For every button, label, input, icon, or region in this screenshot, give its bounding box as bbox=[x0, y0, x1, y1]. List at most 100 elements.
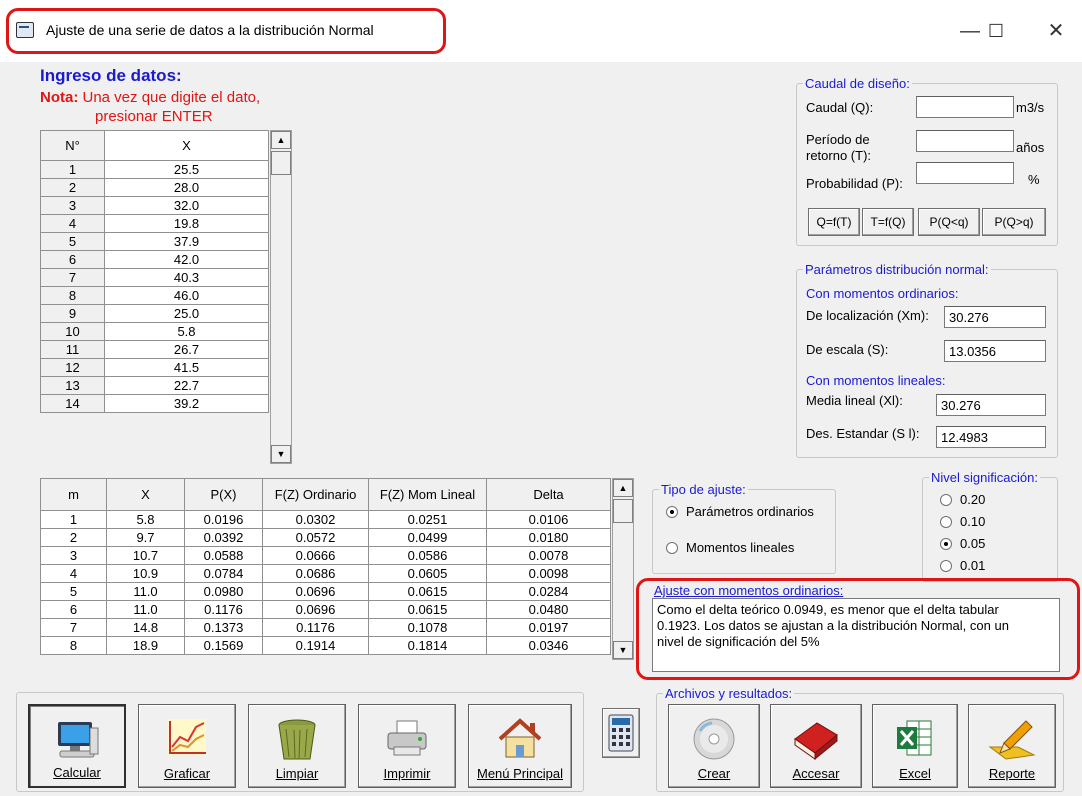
scale-value[interactable]: 13.0356 bbox=[944, 340, 1046, 362]
row-number: 14 bbox=[40, 394, 105, 413]
title-highlight bbox=[6, 8, 446, 54]
input-row[interactable]: 7 40.3 bbox=[40, 268, 269, 287]
scroll-thumb[interactable] bbox=[271, 151, 291, 175]
period-input[interactable] bbox=[916, 130, 1014, 152]
input-row[interactable]: 5 37.9 bbox=[40, 232, 269, 251]
graficar-button[interactable]: Graficar bbox=[138, 704, 236, 788]
x-value-cell[interactable]: 39.2 bbox=[104, 394, 269, 413]
significance-001-radio[interactable]: 0.01 bbox=[940, 558, 985, 573]
scale-label: De escala (S): bbox=[806, 342, 889, 357]
calculator-button[interactable] bbox=[602, 708, 640, 758]
probability-input[interactable] bbox=[916, 162, 1014, 184]
excel-button[interactable]: Excel bbox=[872, 704, 958, 788]
x-value-cell[interactable]: 46.0 bbox=[104, 286, 269, 305]
fit-linear-radio[interactable]: Momentos lineales bbox=[666, 540, 794, 555]
input-row[interactable]: 14 39.2 bbox=[40, 394, 269, 413]
report-icon bbox=[988, 720, 1036, 760]
results-row[interactable]: 2 9.7 0.0392 0.0572 0.0499 0.0180 bbox=[40, 528, 611, 547]
reporte-button[interactable]: Reporte bbox=[968, 704, 1056, 788]
std-value[interactable]: 12.4983 bbox=[936, 426, 1046, 448]
results-cell: 3 bbox=[40, 546, 107, 565]
p-less-button[interactable]: P(Q<q) bbox=[918, 208, 980, 236]
scroll-up-button[interactable]: ▲ bbox=[271, 131, 291, 149]
accesar-button[interactable]: Accesar bbox=[770, 704, 862, 788]
note-label: Nota: bbox=[40, 89, 79, 106]
x-value-cell[interactable]: 42.0 bbox=[104, 250, 269, 269]
limpiar-button[interactable]: Limpiar bbox=[248, 704, 346, 788]
fit-ordinary-radio[interactable]: Parámetros ordinarios bbox=[666, 504, 814, 519]
results-cell: 0.0196 bbox=[184, 510, 263, 529]
menu-principal-button[interactable]: Menú Principal bbox=[468, 704, 572, 788]
caudal-q-input[interactable] bbox=[916, 96, 1014, 118]
maximize-button[interactable]: ☐ bbox=[976, 14, 1016, 48]
calcular-button[interactable]: Calcular bbox=[28, 704, 126, 788]
results-row[interactable]: 8 18.9 0.1569 0.1914 0.1814 0.0346 bbox=[40, 636, 611, 655]
probability-label: Probabilidad (P): bbox=[806, 176, 903, 191]
input-row[interactable]: 3 32.0 bbox=[40, 196, 269, 215]
row-number: 9 bbox=[40, 304, 105, 323]
results-row[interactable]: 4 10.9 0.0784 0.0686 0.0605 0.0098 bbox=[40, 564, 611, 583]
x-value-cell[interactable]: 41.5 bbox=[104, 358, 269, 377]
x-value-cell[interactable]: 40.3 bbox=[104, 268, 269, 287]
significance-010-radio[interactable]: 0.10 bbox=[940, 514, 985, 529]
x-value-cell[interactable]: 37.9 bbox=[104, 232, 269, 251]
results-cell: 11.0 bbox=[106, 582, 185, 601]
imprimir-button[interactable]: Imprimir bbox=[358, 704, 456, 788]
x-value-cell[interactable]: 25.0 bbox=[104, 304, 269, 323]
close-button[interactable]: ✕ bbox=[1036, 14, 1076, 48]
location-value[interactable]: 30.276 bbox=[944, 306, 1046, 328]
input-row[interactable]: 10 5.8 bbox=[40, 322, 269, 341]
results-cell: 6 bbox=[40, 600, 107, 619]
crear-label: Crear bbox=[697, 766, 731, 781]
results-cell: 0.0499 bbox=[368, 528, 487, 547]
results-cell: 0.0666 bbox=[262, 546, 369, 565]
input-row[interactable]: 11 26.7 bbox=[40, 340, 269, 359]
results-row[interactable]: 1 5.8 0.0196 0.0302 0.0251 0.0106 bbox=[40, 510, 611, 529]
t-of-q-button[interactable]: T=f(Q) bbox=[862, 208, 914, 236]
significance-020-radio[interactable]: 0.20 bbox=[940, 492, 985, 507]
results-row[interactable]: 7 14.8 0.1373 0.1176 0.1078 0.0197 bbox=[40, 618, 611, 637]
x-value-cell[interactable]: 26.7 bbox=[104, 340, 269, 359]
results-scrollbar[interactable]: ▲ ▼ bbox=[612, 478, 634, 660]
note-line2: presionar ENTER bbox=[95, 108, 213, 125]
x-value-cell[interactable]: 5.8 bbox=[104, 322, 269, 341]
results-scroll-thumb[interactable] bbox=[613, 499, 633, 523]
linear-mean-value[interactable]: 30.276 bbox=[936, 394, 1046, 416]
results-scroll-up[interactable]: ▲ bbox=[613, 479, 633, 497]
q-of-t-button[interactable]: Q=f(T) bbox=[808, 208, 860, 236]
crear-button[interactable]: Crear bbox=[668, 704, 760, 788]
x-value-cell[interactable]: 25.5 bbox=[104, 160, 269, 179]
input-row[interactable]: 2 28.0 bbox=[40, 178, 269, 197]
p-greater-button[interactable]: P(Q>q) bbox=[982, 208, 1046, 236]
input-row[interactable]: 6 42.0 bbox=[40, 250, 269, 269]
input-row[interactable]: 4 19.8 bbox=[40, 214, 269, 233]
results-cell: 0.0615 bbox=[368, 600, 487, 619]
results-row[interactable]: 6 11.0 0.1176 0.0696 0.0615 0.0480 bbox=[40, 600, 611, 619]
note-line1: Una vez que digite el dato, bbox=[82, 89, 261, 106]
input-grid-scrollbar[interactable]: ▲ ▼ bbox=[270, 130, 292, 464]
input-row[interactable]: 9 25.0 bbox=[40, 304, 269, 323]
location-label: De localización (Xm): bbox=[806, 308, 929, 323]
input-row[interactable]: 8 46.0 bbox=[40, 286, 269, 305]
results-row[interactable]: 5 11.0 0.0980 0.0696 0.0615 0.0284 bbox=[40, 582, 611, 601]
row-number: 8 bbox=[40, 286, 105, 305]
input-row[interactable]: 12 41.5 bbox=[40, 358, 269, 377]
row-number: 12 bbox=[40, 358, 105, 377]
x-value-cell[interactable]: 19.8 bbox=[104, 214, 269, 233]
results-row[interactable]: 3 10.7 0.0588 0.0666 0.0586 0.0078 bbox=[40, 546, 611, 565]
results-cell: 0.1176 bbox=[262, 618, 369, 637]
waste-basket-icon bbox=[278, 719, 316, 760]
x-value-cell[interactable]: 28.0 bbox=[104, 178, 269, 197]
results-cell: 0.0686 bbox=[262, 564, 369, 583]
results-scroll-down[interactable]: ▼ bbox=[613, 641, 633, 659]
input-row[interactable]: 1 25.5 bbox=[40, 160, 269, 179]
x-value-cell[interactable]: 22.7 bbox=[104, 376, 269, 395]
row-number: 13 bbox=[40, 376, 105, 395]
x-value-cell[interactable]: 32.0 bbox=[104, 196, 269, 215]
results-cell: 2 bbox=[40, 528, 107, 547]
scroll-down-button[interactable]: ▼ bbox=[271, 445, 291, 463]
input-row[interactable]: 13 22.7 bbox=[40, 376, 269, 395]
significance-005-radio[interactable]: 0.05 bbox=[940, 536, 985, 551]
col-header-delta: Delta bbox=[486, 478, 611, 511]
disc-icon bbox=[693, 718, 735, 760]
